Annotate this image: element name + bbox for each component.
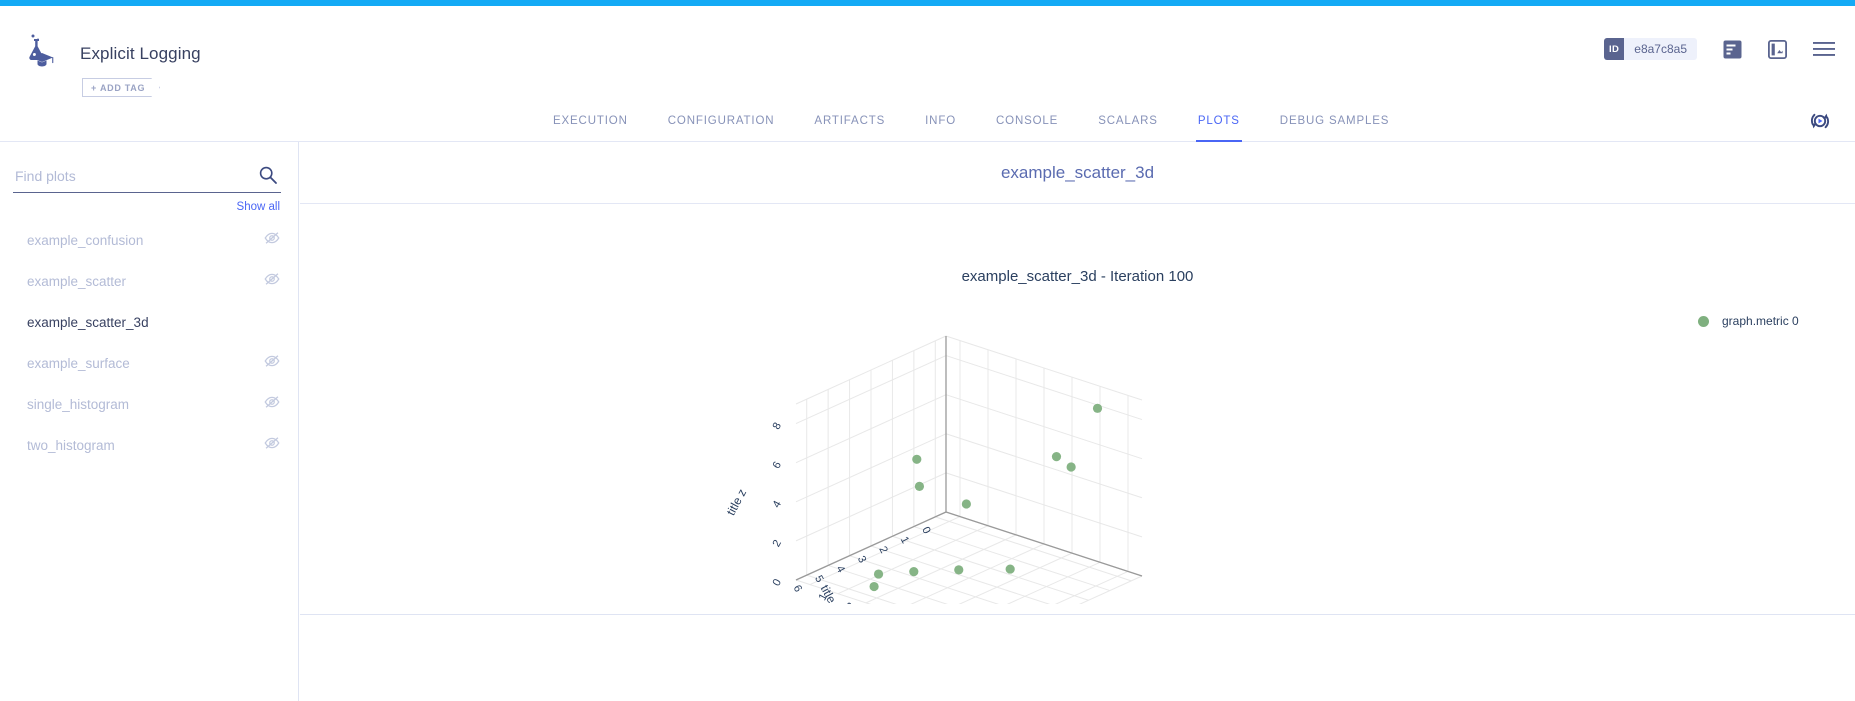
svg-text:5: 5	[812, 573, 825, 584]
plot-card-spacer	[300, 615, 1855, 701]
tab-execution[interactable]: EXECUTION	[533, 100, 648, 142]
id-label: ID	[1603, 38, 1625, 60]
chart-legend[interactable]: graph.metric 0	[1698, 314, 1799, 328]
plot-item-label: example_confusion	[27, 233, 144, 248]
tab-info[interactable]: INFO	[905, 100, 976, 142]
svg-text:0: 0	[919, 525, 932, 536]
plot-list-item-single-histogram[interactable]: single_histogram	[0, 384, 299, 425]
scatter3d-canvas[interactable]: 1234567012345602468title xtitle ytitle z	[700, 304, 1260, 676]
svg-text:6: 6	[771, 460, 784, 471]
plot-panel-header: example_scatter_3d	[300, 142, 1855, 204]
add-tag-label: ADD TAG	[99, 82, 146, 93]
legend-label: graph.metric 0	[1722, 314, 1799, 328]
plot-list-item-example-surface[interactable]: example_surface	[0, 343, 299, 384]
scatter3d-svg[interactable]: 1234567012345602468title xtitle ytitle z	[700, 304, 1260, 676]
plot-list-item-example-scatter-3d[interactable]: example_scatter_3d	[0, 302, 299, 343]
main-content: example_scatter_3d example_scatter_3d - …	[300, 142, 1855, 701]
id-value: e8a7c8a5	[1634, 42, 1687, 56]
legend-marker-icon	[1698, 315, 1709, 327]
tabs-container: EXECUTION CONFIGURATION ARTIFACTS INFO C…	[533, 100, 1409, 142]
search-input[interactable]	[13, 166, 243, 185]
svg-text:0: 0	[771, 577, 784, 588]
tab-configuration[interactable]: CONFIGURATION	[648, 100, 795, 142]
page-title: Explicit Logging	[80, 44, 201, 63]
svg-text:1: 1	[898, 535, 911, 546]
svg-text:4: 4	[833, 564, 846, 575]
tab-plots[interactable]: PLOTS	[1178, 100, 1260, 142]
plot-card: example_scatter_3d - Iteration 100 graph…	[300, 204, 1855, 676]
chart-title: example_scatter_3d - Iteration 100	[961, 268, 1194, 285]
add-tag-button[interactable]: + ADD TAG	[82, 78, 160, 97]
plot-item-label: example_scatter	[27, 274, 127, 289]
tab-bar: EXECUTION CONFIGURATION ARTIFACTS INFO C…	[0, 100, 1855, 142]
plot-list: example_confusion example_scatter exampl…	[0, 220, 299, 466]
show-all-button[interactable]: Show all	[237, 201, 280, 213]
tab-console[interactable]: CONSOLE	[976, 100, 1078, 142]
plot-list-item-two-histogram[interactable]: two_histogram	[0, 425, 299, 466]
svg-text:2: 2	[876, 544, 889, 555]
search-icon[interactable]	[258, 165, 278, 190]
eye-off-icon[interactable]	[263, 270, 281, 293]
eye-off-icon[interactable]	[263, 352, 281, 375]
plots-sidebar: Show all example_confusion example_scatt…	[0, 142, 299, 701]
split-view-icon[interactable]	[1768, 39, 1787, 59]
svg-text:2: 2	[845, 601, 858, 604]
svg-text:3: 3	[855, 554, 868, 565]
svg-text:6: 6	[791, 583, 804, 594]
plot-list-item-example-scatter[interactable]: example_scatter	[0, 261, 299, 302]
eye-off-icon[interactable]	[263, 434, 281, 457]
svg-text:4: 4	[771, 499, 784, 510]
tab-debug-samples[interactable]: DEBUG SAMPLES	[1260, 100, 1409, 142]
plot-list-item-example-confusion[interactable]: example_confusion	[0, 220, 299, 261]
plot-item-label: single_histogram	[27, 397, 130, 412]
eye-off-icon[interactable]	[263, 229, 281, 252]
flask-graduation-logo-icon	[18, 32, 62, 72]
svg-text:2: 2	[771, 538, 784, 549]
search-plots-row	[13, 159, 281, 193]
hamburger-menu-icon[interactable]	[1813, 41, 1835, 57]
tab-artifacts[interactable]: ARTIFACTS	[794, 100, 905, 142]
svg-text:8: 8	[771, 421, 784, 432]
details-panel-icon[interactable]	[1723, 40, 1742, 59]
plus-icon: +	[91, 82, 97, 93]
svg-text:title z: title z	[724, 486, 750, 517]
experiment-id-badge[interactable]: ID e8a7c8a5	[1603, 38, 1697, 60]
plot-panel-title: example_scatter_3d	[1000, 162, 1155, 182]
auto-refresh-icon[interactable]	[1807, 108, 1833, 134]
header-actions: ID e8a7c8a5	[1603, 38, 1835, 60]
tab-scalars[interactable]: SCALARS	[1078, 100, 1178, 142]
plot-item-label: two_histogram	[27, 438, 115, 453]
plot-item-label: example_scatter_3d	[27, 315, 149, 330]
app-header: Explicit Logging + ADD TAG ID e8a7c8a5	[0, 6, 1855, 100]
eye-off-icon[interactable]	[263, 393, 281, 416]
plot-item-label: example_surface	[27, 356, 130, 371]
